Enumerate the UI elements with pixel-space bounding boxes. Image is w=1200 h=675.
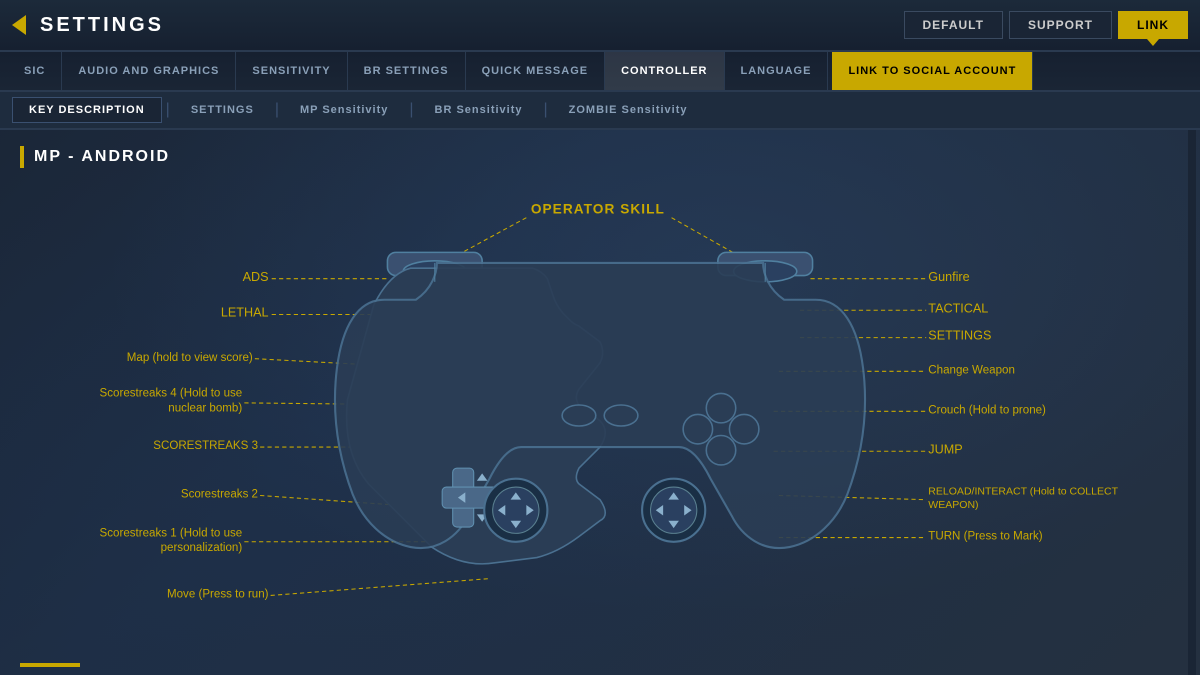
tab-quick-message[interactable]: QUICK MESSAGE [466, 52, 606, 90]
tab-link-social[interactable]: LINK TO SOCIAL ACCOUNT [832, 52, 1033, 90]
tab-sensitivity[interactable]: SENSITIVITY [236, 52, 347, 90]
label-gunfire: Gunfire [928, 270, 969, 284]
back-button[interactable]: SETTINGS [12, 14, 164, 37]
controller-area: OPERATOR SKILL ADS LETHAL Map (hold to v… [20, 184, 1180, 647]
label-operator-skill: OPERATOR SKILL [531, 201, 665, 216]
section-title-text: MP - ANDROID [34, 148, 170, 166]
label-change-weapon: Change Weapon [928, 364, 1015, 376]
label-settings: SETTINGS [928, 329, 991, 343]
label-turn: TURN (Press to Mark) [928, 531, 1042, 543]
tab-controller[interactable]: CONTROLLER [605, 52, 724, 90]
separator-4: | [544, 101, 548, 119]
controller-diagram: OPERATOR SKILL ADS LETHAL Map (hold to v… [20, 184, 1180, 647]
label-crouch: Crouch (Hold to prone) [928, 404, 1046, 416]
subtab-key-description[interactable]: KEY DESCRIPTION [12, 97, 162, 123]
title-bar-accent [20, 146, 24, 168]
label-map: Map (hold to view score) [127, 352, 253, 364]
label-tactical: TACTICAL [928, 301, 988, 315]
header-buttons: DEFAULT SUPPORT LINK [904, 11, 1188, 39]
section-title: MP - ANDROID [20, 146, 1180, 168]
subtab-settings[interactable]: SETTINGS [174, 97, 271, 123]
tab-language[interactable]: LANGUAGE [725, 52, 829, 90]
label-scorestreaks1-2: personalization) [161, 542, 243, 554]
separator-1: | [166, 101, 170, 119]
link-button[interactable]: LINK [1118, 11, 1188, 39]
separator-3: | [409, 101, 413, 119]
subtab-br-sensitivity[interactable]: BR Sensitivity [418, 97, 540, 123]
header: SETTINGS DEFAULT SUPPORT LINK [0, 0, 1200, 52]
nav-tabs: SIC AUDIO AND GRAPHICS SENSITIVITY BR SE… [0, 52, 1200, 92]
label-lethal: LETHAL [221, 306, 269, 320]
support-button[interactable]: SUPPORT [1009, 11, 1112, 39]
label-move: Move (Press to run) [167, 589, 269, 601]
back-icon [12, 15, 26, 35]
label-scorestreaks2: Scorestreaks 2 [181, 489, 258, 501]
subtab-mp-sensitivity[interactable]: MP Sensitivity [283, 97, 405, 123]
label-reload-1: RELOAD/INTERACT (Hold to COLLECT [928, 485, 1118, 497]
page-title: SETTINGS [40, 14, 164, 37]
label-scorestreaks3: SCORESTREAKS 3 [153, 440, 258, 452]
default-button[interactable]: DEFAULT [904, 11, 1003, 39]
tab-sic[interactable]: SIC [8, 52, 62, 90]
label-scorestreaks4-1: Scorestreaks 4 (Hold to use [100, 388, 243, 400]
sub-tabs: KEY DESCRIPTION | SETTINGS | MP Sensitiv… [0, 92, 1200, 130]
label-reload-2: WEAPON) [928, 499, 978, 511]
tab-audio[interactable]: AUDIO AND GRAPHICS [62, 52, 236, 90]
label-scorestreaks4-2: nuclear bomb) [168, 402, 242, 414]
separator-2: | [275, 101, 279, 119]
tab-br-settings[interactable]: BR SETTINGS [348, 52, 466, 90]
label-scorestreaks1-1: Scorestreaks 1 (Hold to use [100, 528, 243, 540]
subtab-zombie-sensitivity[interactable]: ZOMBIE Sensitivity [552, 97, 705, 123]
controller-body [335, 252, 865, 563]
label-ads: ADS [243, 270, 269, 284]
main-content: MP - ANDROID OPERATOR SKILL ADS LETHAL M… [0, 130, 1200, 675]
label-jump: JUMP [928, 442, 962, 456]
